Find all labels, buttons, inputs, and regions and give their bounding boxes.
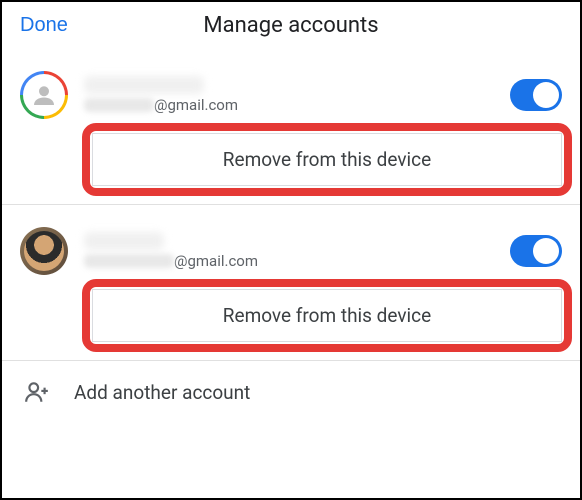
add-another-account-label: Add another account (74, 381, 250, 404)
page-title: Manage accounts (203, 13, 378, 38)
add-another-account-row[interactable]: Add another account (2, 361, 580, 413)
account-name (84, 76, 204, 94)
account-email-local (84, 98, 154, 112)
avatar (20, 227, 68, 275)
account-item: @gmail.com Remove from this device (2, 205, 580, 361)
account-email-suffix: @gmail.com (154, 96, 238, 114)
remove-from-device-button[interactable]: Remove from this device (92, 133, 562, 186)
done-button[interactable]: Done (20, 14, 68, 37)
avatar (20, 71, 68, 119)
account-name (84, 232, 164, 250)
account-item: @gmail.com Remove from this device (2, 49, 580, 205)
person-icon (29, 80, 59, 110)
account-email-suffix: @gmail.com (174, 252, 258, 270)
remove-from-device-button[interactable]: Remove from this device (92, 289, 562, 342)
account-toggle[interactable] (510, 235, 562, 267)
account-toggle[interactable] (510, 79, 562, 111)
account-email-local (84, 254, 174, 268)
person-add-icon (24, 379, 50, 405)
